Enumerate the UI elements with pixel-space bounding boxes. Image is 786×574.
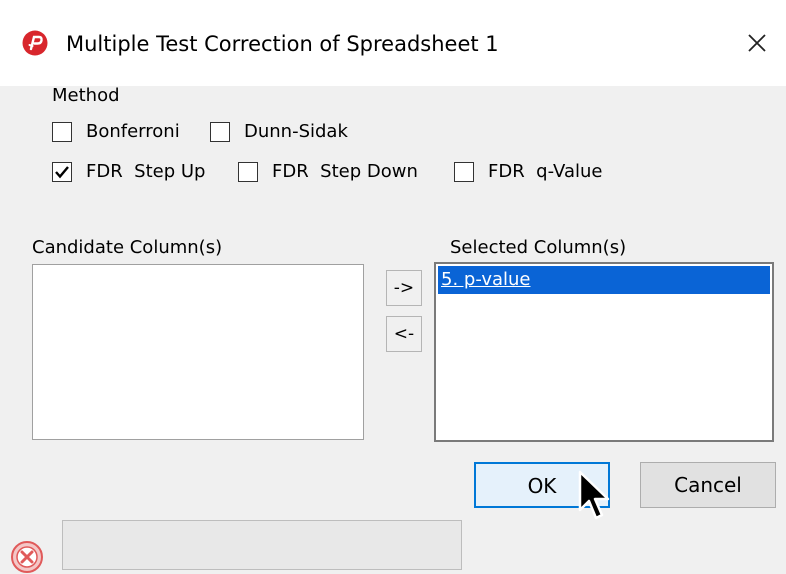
status-message-field [62,520,462,570]
selected-columns-label: Selected Column(s) [450,237,627,258]
window-title: Multiple Test Correction of Spreadsheet … [66,32,499,56]
candidate-columns-label: Candidate Column(s) [32,237,223,258]
checkmark-icon [55,166,69,179]
checkbox-box[interactable] [52,162,72,182]
method-label: Method [52,85,120,106]
title-bar: Multiple Test Correction of Spreadsheet … [0,0,786,86]
checkbox-box[interactable] [454,162,474,182]
fdr-step-up-checkbox[interactable]: FDR Step Up [52,160,205,184]
dialog-window: Multiple Test Correction of Spreadsheet … [0,0,786,573]
bonferroni-checkbox[interactable]: Bonferroni [52,120,180,144]
checkbox-label: FDR q-Value [488,161,603,182]
fdr-step-down-checkbox[interactable]: FDR Step Down [238,160,418,184]
fdr-q-value-checkbox[interactable]: FDR q-Value [454,160,602,184]
add-column-button[interactable]: -> [386,270,422,306]
error-icon [11,541,43,573]
checkbox-box[interactable] [210,122,230,142]
checkbox-label: FDR Step Down [272,161,418,182]
checkbox-box[interactable] [238,162,258,182]
dunn-sidak-checkbox[interactable]: Dunn-Sidak [210,120,348,144]
checkbox-label: Dunn-Sidak [244,121,348,142]
cancel-button[interactable]: Cancel [640,462,776,508]
partek-logo-icon [22,30,48,56]
list-item[interactable]: 5. p-value [438,266,770,294]
candidate-columns-list[interactable] [32,264,364,440]
mouse-pointer-icon [578,470,610,520]
remove-column-button[interactable]: <- [386,316,422,352]
checkbox-label: FDR Step Up [86,161,206,182]
checkbox-label: Bonferroni [86,121,180,142]
close-icon[interactable] [742,28,772,58]
checkbox-box[interactable] [52,122,72,142]
selected-columns-list[interactable]: 5. p-value [434,262,774,442]
